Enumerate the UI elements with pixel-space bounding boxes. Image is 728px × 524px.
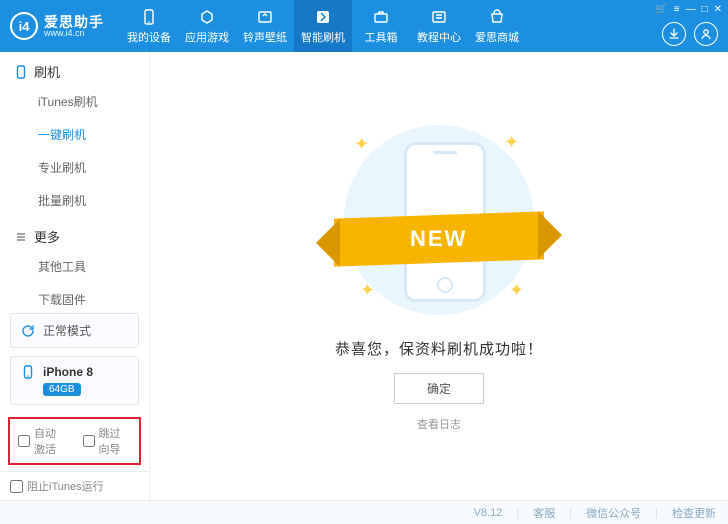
- topnav-apps[interactable]: 应用游戏: [178, 0, 236, 52]
- sidebar-item-pro[interactable]: 专业刷机: [0, 151, 149, 184]
- phone-icon: [14, 65, 28, 79]
- user-icon[interactable]: [694, 22, 718, 46]
- title-bar: i4 爱思助手 www.i4.cn 我的设备应用游戏铃声壁纸智能刷机 工具箱 教程中…: [0, 0, 728, 52]
- more-icon: [14, 230, 28, 244]
- support-link[interactable]: 客服: [533, 505, 555, 521]
- update-link[interactable]: 检查更新: [672, 505, 716, 521]
- ringtone-icon: [256, 8, 274, 26]
- flash-icon: [314, 8, 332, 26]
- maximize-button[interactable]: □: [702, 4, 708, 15]
- sidebar: 刷机iTunes刷机一键刷机专业刷机批量刷机更多其他工具下载固件高级功能 正常模…: [0, 52, 150, 500]
- ok-button[interactable]: 确定: [394, 373, 484, 404]
- main-content: ✦✦✦✦ NEW 恭喜您，保资料刷机成功啦！ 确定 查看日志: [150, 52, 728, 500]
- device-name: iPhone 8: [43, 365, 93, 379]
- topnav-label: 铃声壁纸: [243, 29, 287, 45]
- skip-guide-checkbox[interactable]: 跳过向导: [83, 425, 132, 457]
- refresh-icon: [21, 324, 35, 338]
- window-controls: 🛒 ≡ — □ ✕: [655, 4, 722, 15]
- topnav-label: 应用游戏: [185, 29, 229, 45]
- sidebar-group-more[interactable]: 更多: [0, 217, 149, 250]
- close-button[interactable]: ✕: [714, 4, 722, 15]
- block-itunes-checkbox[interactable]: 阻止iTunes运行: [0, 471, 149, 500]
- topnav-mall[interactable]: 爱思商城: [468, 0, 526, 52]
- top-nav: 我的设备应用游戏铃声壁纸智能刷机 工具箱 教程中心爱思商城: [120, 0, 526, 52]
- cart-icon[interactable]: 🛒: [655, 4, 667, 15]
- logo-icon: i4: [10, 12, 38, 40]
- sidebar-item-onekey[interactable]: 一键刷机: [0, 118, 149, 151]
- group-title: 刷机: [34, 62, 60, 81]
- view-log-link[interactable]: 查看日志: [417, 416, 461, 432]
- topnav-label: 工具箱: [365, 29, 398, 45]
- sidebar-item-firmware[interactable]: 下载固件: [0, 283, 149, 305]
- status-bar: V8.12| 客服| 微信公众号| 检查更新: [0, 500, 728, 524]
- mode-panel[interactable]: 正常模式: [10, 313, 139, 348]
- storage-badge: 64GB: [43, 383, 81, 396]
- minimize-button[interactable]: —: [686, 4, 696, 15]
- group-title: 更多: [34, 227, 60, 246]
- new-ribbon: NEW: [334, 211, 544, 266]
- wechat-link[interactable]: 微信公众号: [586, 505, 641, 521]
- mall-icon: [488, 8, 506, 26]
- topnav-toolbox[interactable]: 工具箱: [352, 0, 410, 52]
- toolbox-icon: [372, 8, 390, 26]
- app-logo: i4 爱思助手 www.i4.cn: [0, 12, 114, 40]
- success-illustration: ✦✦✦✦ NEW: [334, 120, 544, 320]
- options-highlight: 自动激活 跳过向导: [8, 417, 141, 465]
- device-icon: [140, 8, 158, 26]
- apps-icon: [198, 8, 216, 26]
- version-label: V8.12: [474, 507, 503, 519]
- topnav-label: 爱思商城: [475, 29, 519, 45]
- app-subtitle: www.i4.cn: [44, 29, 104, 38]
- download-icon[interactable]: [662, 22, 686, 46]
- topnav-label: 教程中心: [417, 29, 461, 45]
- success-message: 恭喜您，保资料刷机成功啦！: [335, 338, 543, 359]
- topnav-label: 我的设备: [127, 29, 171, 45]
- menu-icon[interactable]: ≡: [674, 4, 680, 15]
- auto-activate-checkbox[interactable]: 自动激活: [18, 425, 67, 457]
- mode-label: 正常模式: [43, 322, 91, 339]
- topnav-device[interactable]: 我的设备: [120, 0, 178, 52]
- phone-icon: [21, 365, 35, 379]
- topnav-tutorial[interactable]: 教程中心: [410, 0, 468, 52]
- device-panel[interactable]: iPhone 8 64GB: [10, 356, 139, 405]
- app-title: 爱思助手: [44, 15, 104, 29]
- sidebar-item-batch[interactable]: 批量刷机: [0, 184, 149, 217]
- topnav-ringtone[interactable]: 铃声壁纸: [236, 0, 294, 52]
- topnav-flash[interactable]: 智能刷机: [294, 0, 352, 52]
- sidebar-item-other[interactable]: 其他工具: [0, 250, 149, 283]
- sidebar-item-itunes[interactable]: iTunes刷机: [0, 85, 149, 118]
- tutorial-icon: [430, 8, 448, 26]
- sidebar-group-phone[interactable]: 刷机: [0, 52, 149, 85]
- topnav-label: 智能刷机: [301, 29, 345, 45]
